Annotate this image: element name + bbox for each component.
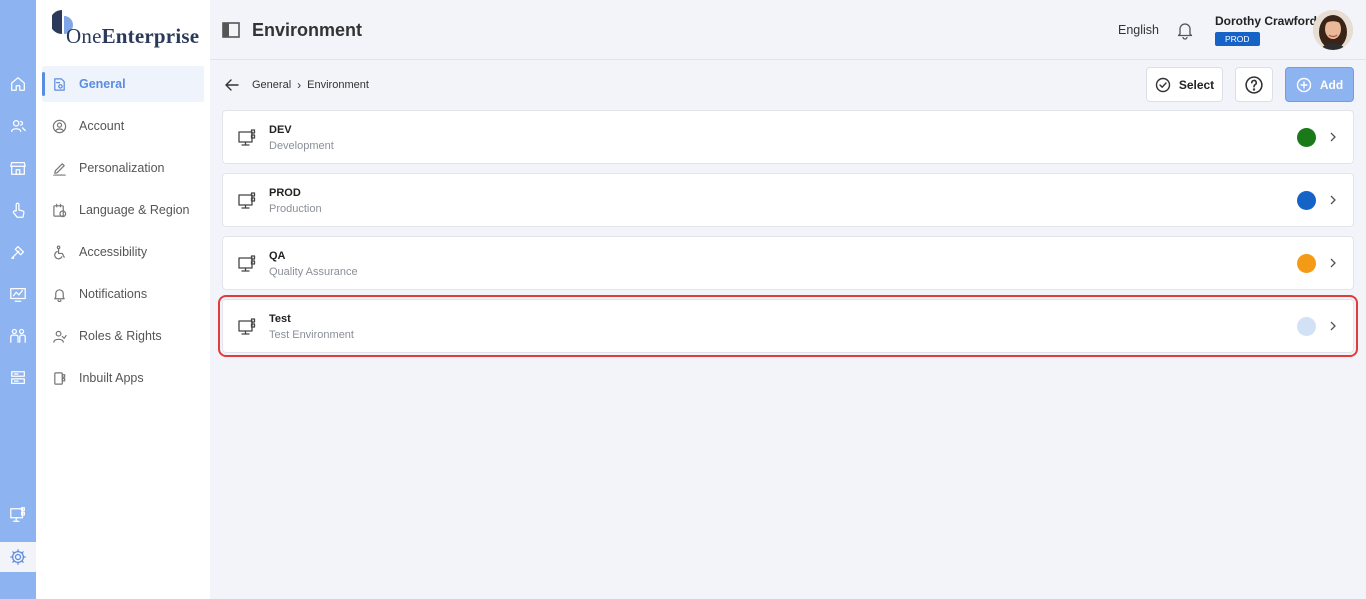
environment-row-test[interactable]: Test Test Environment [218, 295, 1358, 357]
environment-name: QA [269, 250, 286, 262]
settings-sidebar: OneEnterprise General Account Personaliz… [36, 0, 210, 599]
sidebar-item-label: Inbuilt Apps [79, 371, 144, 385]
environment-color-swatch [1297, 254, 1316, 273]
environment-name: DEV [269, 124, 292, 136]
sidebar-item-inbuilt-apps[interactable]: Inbuilt Apps [42, 360, 204, 396]
sidebar-item-label: General [79, 77, 126, 91]
environment-color-swatch [1297, 317, 1316, 336]
chevron-right-icon [1330, 258, 1336, 268]
environment-row-prod[interactable]: PROD Production [222, 173, 1354, 227]
environment-list: DEV Development PROD Production QA Quali… [218, 110, 1358, 362]
accessibility-icon [54, 245, 65, 259]
avatar[interactable] [1313, 10, 1353, 50]
pencil-icon [53, 162, 66, 176]
language-region-icon [53, 203, 67, 217]
sidebar-item-label: Roles & Rights [79, 329, 162, 343]
sidebar-item-label: Accessibility [79, 245, 148, 259]
help-button[interactable] [1235, 67, 1273, 102]
store-icon[interactable] [0, 153, 36, 183]
chevron-right-icon [1330, 195, 1336, 205]
sidebar-item-personalization[interactable]: Personalization [42, 150, 204, 186]
environment-icon [237, 254, 257, 274]
add-button-label: Add [1319, 77, 1344, 92]
environment-description: Development [269, 140, 334, 152]
environment-row-qa[interactable]: QA Quality Assurance [222, 236, 1354, 290]
environment-icon[interactable] [0, 500, 36, 530]
settings-icon[interactable] [0, 542, 36, 572]
icon-rail [0, 0, 36, 599]
notification-icon [54, 288, 65, 302]
chevron-right-icon [1330, 321, 1336, 331]
environment-icon [237, 191, 257, 211]
logo-text: OneEnterprise [66, 24, 200, 48]
home-icon[interactable] [0, 69, 36, 99]
sidebar-item-label: Account [79, 119, 125, 133]
sidebar-item-label: Notifications [79, 287, 148, 301]
apps-icon [54, 371, 66, 385]
sidebar-item-label: Language & Region [79, 203, 190, 217]
page-title: Environment [252, 20, 363, 40]
environment-badge: PROD [1215, 32, 1260, 46]
sidebar-item-roles-rights[interactable]: Roles & Rights [42, 318, 204, 354]
help-icon [1245, 75, 1263, 94]
general-settings-icon [54, 77, 65, 91]
user-photo [1313, 10, 1353, 50]
add-button[interactable]: Add [1285, 67, 1354, 102]
breadcrumb-parent[interactable]: General [252, 79, 291, 91]
environment-description: Test Environment [269, 329, 354, 341]
touch-icon[interactable] [0, 195, 36, 225]
team-icon[interactable] [0, 321, 36, 351]
check-circle-icon [1155, 77, 1171, 92]
sidebar-item-label: Personalization [79, 161, 165, 175]
sidebar-toggle-icon[interactable] [222, 22, 240, 38]
roles-icon [53, 330, 67, 343]
select-button[interactable]: Select [1146, 67, 1223, 102]
back-arrow-icon[interactable] [224, 77, 240, 93]
environment-row-dev[interactable]: DEV Development [222, 110, 1354, 164]
tools-icon[interactable] [0, 237, 36, 267]
top-header: Environment English Dorothy Crawford PRO… [210, 0, 1366, 60]
environment-description: Quality Assurance [269, 266, 358, 278]
server-icon[interactable] [0, 363, 36, 393]
users-icon[interactable] [0, 111, 36, 141]
settings-menu: General Account Personalization Language… [42, 66, 204, 402]
bell-icon[interactable] [1175, 20, 1195, 40]
sidebar-item-general[interactable]: General [42, 66, 204, 102]
environment-icon [237, 128, 257, 148]
chevron-right-icon [1330, 132, 1336, 142]
dashboard-icon[interactable] [0, 279, 36, 309]
environment-icon [237, 317, 257, 337]
environment-name: Test [269, 313, 291, 325]
environment-description: Production [269, 203, 322, 215]
sidebar-item-account[interactable]: Account [42, 108, 204, 144]
sidebar-item-language-region[interactable]: Language & Region [42, 192, 204, 228]
environment-name: PROD [269, 187, 301, 199]
sidebar-item-notifications[interactable]: Notifications [42, 276, 204, 312]
breadcrumb-separator: › [297, 78, 302, 92]
sidebar-item-accessibility[interactable]: Accessibility [42, 234, 204, 270]
add-circle-icon [1296, 77, 1312, 92]
breadcrumb-current: Environment [307, 79, 369, 91]
account-icon [52, 119, 67, 133]
environment-color-swatch [1297, 128, 1316, 147]
language-selector[interactable]: English [1118, 23, 1159, 37]
user-name[interactable]: Dorothy Crawford [1215, 14, 1317, 28]
environment-color-swatch [1297, 191, 1316, 210]
select-button-label: Select [1178, 77, 1215, 92]
breadcrumb: General › Environment [252, 78, 369, 92]
